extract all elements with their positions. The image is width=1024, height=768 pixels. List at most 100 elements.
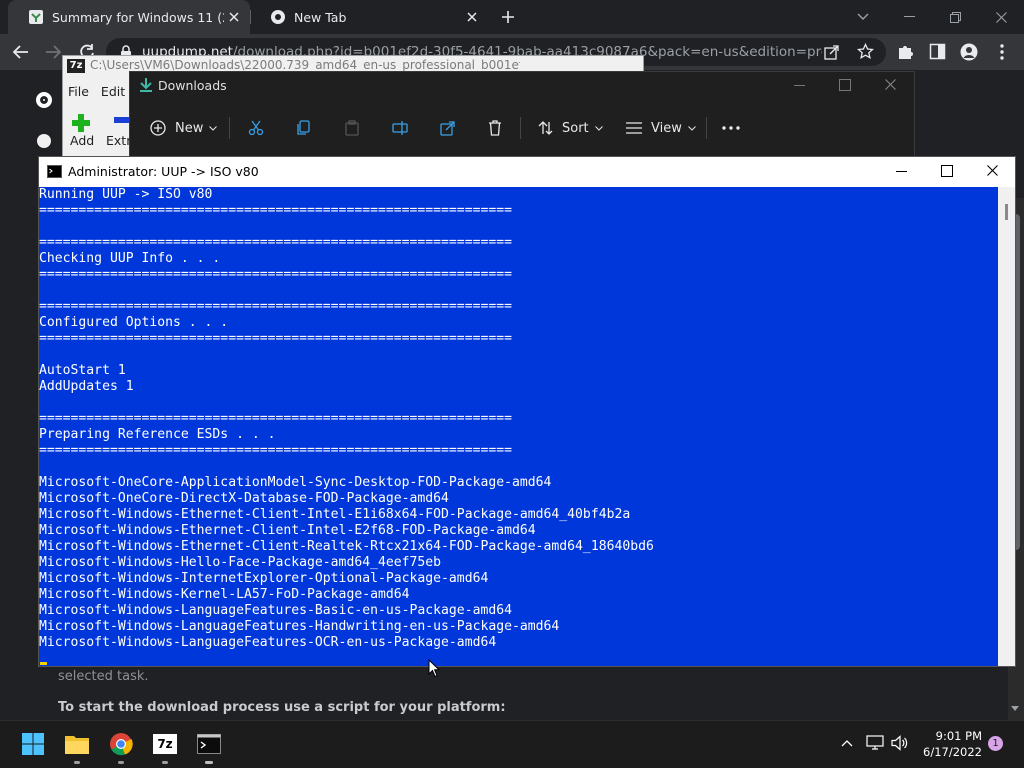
add-button-label[interactable]: Add [70,133,94,148]
downloads-arrow-icon [140,78,152,92]
delete-trash-icon[interactable] [488,120,502,136]
console-close-icon[interactable] [987,165,998,176]
extensions-puzzle-icon[interactable] [897,43,914,60]
profile-avatar-icon[interactable] [960,43,978,61]
system-clock[interactable]: 9:01 PM 6/17/2022 [912,728,982,760]
show-hidden-icons-chevron-icon[interactable] [841,739,853,747]
close-tab-icon[interactable] [462,7,482,27]
rename-icon[interactable] [392,120,408,136]
restore-button[interactable] [932,0,978,34]
minimize-button[interactable] [886,0,932,34]
console-line: ========================================… [39,203,512,218]
copy-icon[interactable] [296,120,312,136]
tab-title: Summary for Windows 11 (22000 [52,9,224,25]
console-maximize-icon[interactable] [941,165,953,177]
console-line: Microsoft-Windows-Hello-Face-Package-amd… [39,555,442,570]
view-lines-icon [626,122,642,134]
console-line: Microsoft-Windows-LanguageFeatures-Handw… [39,619,560,634]
console-line: Running UUP -> ISO v80 [39,187,213,202]
terminal-taskbar-icon[interactable] [195,730,223,758]
tab-new-tab[interactable]: New Tab [250,0,488,34]
console-output: Running UUP -> ISO v80 ==================… [39,187,997,651]
console-line: Microsoft-Windows-Ethernet-Client-Intel-… [39,523,536,538]
running-indicator [118,761,124,764]
menu-edit[interactable]: Edit [101,84,125,99]
new-plus-circle-icon [150,120,166,136]
chrome-taskbar-icon[interactable] [107,730,135,758]
start-windows-icon[interactable] [19,730,47,758]
file-explorer-folder-icon[interactable] [63,730,91,758]
console-line: ========================================… [39,411,512,426]
radio-button[interactable] [37,134,51,148]
explorer-sort-button[interactable]: Sort [538,117,603,139]
bookmark-star-icon[interactable] [857,43,874,60]
forward-arrow-icon[interactable] [44,43,62,61]
page-text-download-instructions: To start the download process use a scri… [58,700,506,715]
active-indicator [205,761,213,764]
explorer-maximize-icon[interactable] [839,79,851,91]
side-panel-icon[interactable] [929,43,946,60]
share-icon[interactable] [824,44,840,60]
add-plus-icon[interactable] [70,112,92,134]
console-cursor [40,662,47,665]
explorer-new-button[interactable]: New [150,117,218,139]
tab-title: New Tab [294,9,347,25]
extract-minus-icon[interactable] [114,117,130,123]
sevenzip-app-icon: 7z [67,59,85,73]
chrome-menu-icon[interactable] [999,43,1005,61]
view-chevron-icon [688,125,696,131]
explorer-minimize-icon[interactable] [794,85,805,86]
menu-file[interactable]: File [68,84,89,99]
network-icon[interactable] [866,735,884,751]
sort-arrows-icon [538,121,553,135]
clock-time: 9:01 PM [935,729,982,743]
console-line: Checking UUP Info . . . [39,251,221,266]
clock-date: 6/17/2022 [923,745,982,759]
view-label: View [651,120,682,136]
console-line: AddUpdates 1 [39,379,134,394]
running-indicator [74,761,80,764]
new-chevron-icon [209,125,218,131]
console-line: Microsoft-Windows-Ethernet-Client-Realte… [39,539,654,554]
console-line: ========================================… [39,443,512,458]
sevenzip-taskbar-icon[interactable]: 7z [151,730,179,758]
tab-summary[interactable]: Summary for Windows 11 (22000 [8,0,251,34]
more-options-icon[interactable] [722,126,740,130]
notification-badge[interactable]: 1 [988,736,1003,751]
paste-icon [344,120,360,136]
console-line: ========================================… [39,267,512,282]
console-line: ========================================… [39,331,512,346]
console-minimize-icon[interactable] [896,171,907,172]
close-tab-icon[interactable] [224,7,244,27]
cut-scissors-icon[interactable] [248,120,264,136]
volume-icon[interactable] [891,735,909,751]
close-window-button[interactable] [978,0,1024,34]
explorer-view-button[interactable]: View [626,117,696,139]
back-arrow-icon[interactable] [12,43,30,61]
console-line: Configured Options . . . [39,315,229,330]
uupdump-favicon-icon [28,9,44,25]
sort-chevron-icon [594,125,603,131]
radio-button-selected[interactable] [36,92,52,108]
console-line: Microsoft-Windows-Ethernet-Client-Intel-… [39,507,631,522]
explorer-title: Downloads [158,78,227,93]
new-label: New [175,120,204,136]
share-file-icon[interactable] [440,120,456,136]
new-tab-button[interactable] [496,6,520,28]
sevenzip-title: C:\Users\VM6\Downloads\22000.739_amd64_e… [90,58,520,72]
console-scrollbar[interactable] [998,187,1015,666]
console-title: Administrator: UUP -> ISO v80 [68,164,259,179]
running-indicator [162,761,168,764]
scroll-down-arrow-icon[interactable] [1011,706,1019,712]
console-line: Microsoft-Windows-Kernel-LA57-FoD-Packag… [39,587,410,602]
explorer-close-icon[interactable] [885,79,896,90]
chrome-favicon-icon [270,9,286,25]
tab-search-chevron-icon[interactable] [840,0,886,34]
sevenzip-menu-bar: File Edit [68,84,137,99]
console-scrollbar-thumb[interactable] [1005,204,1008,220]
